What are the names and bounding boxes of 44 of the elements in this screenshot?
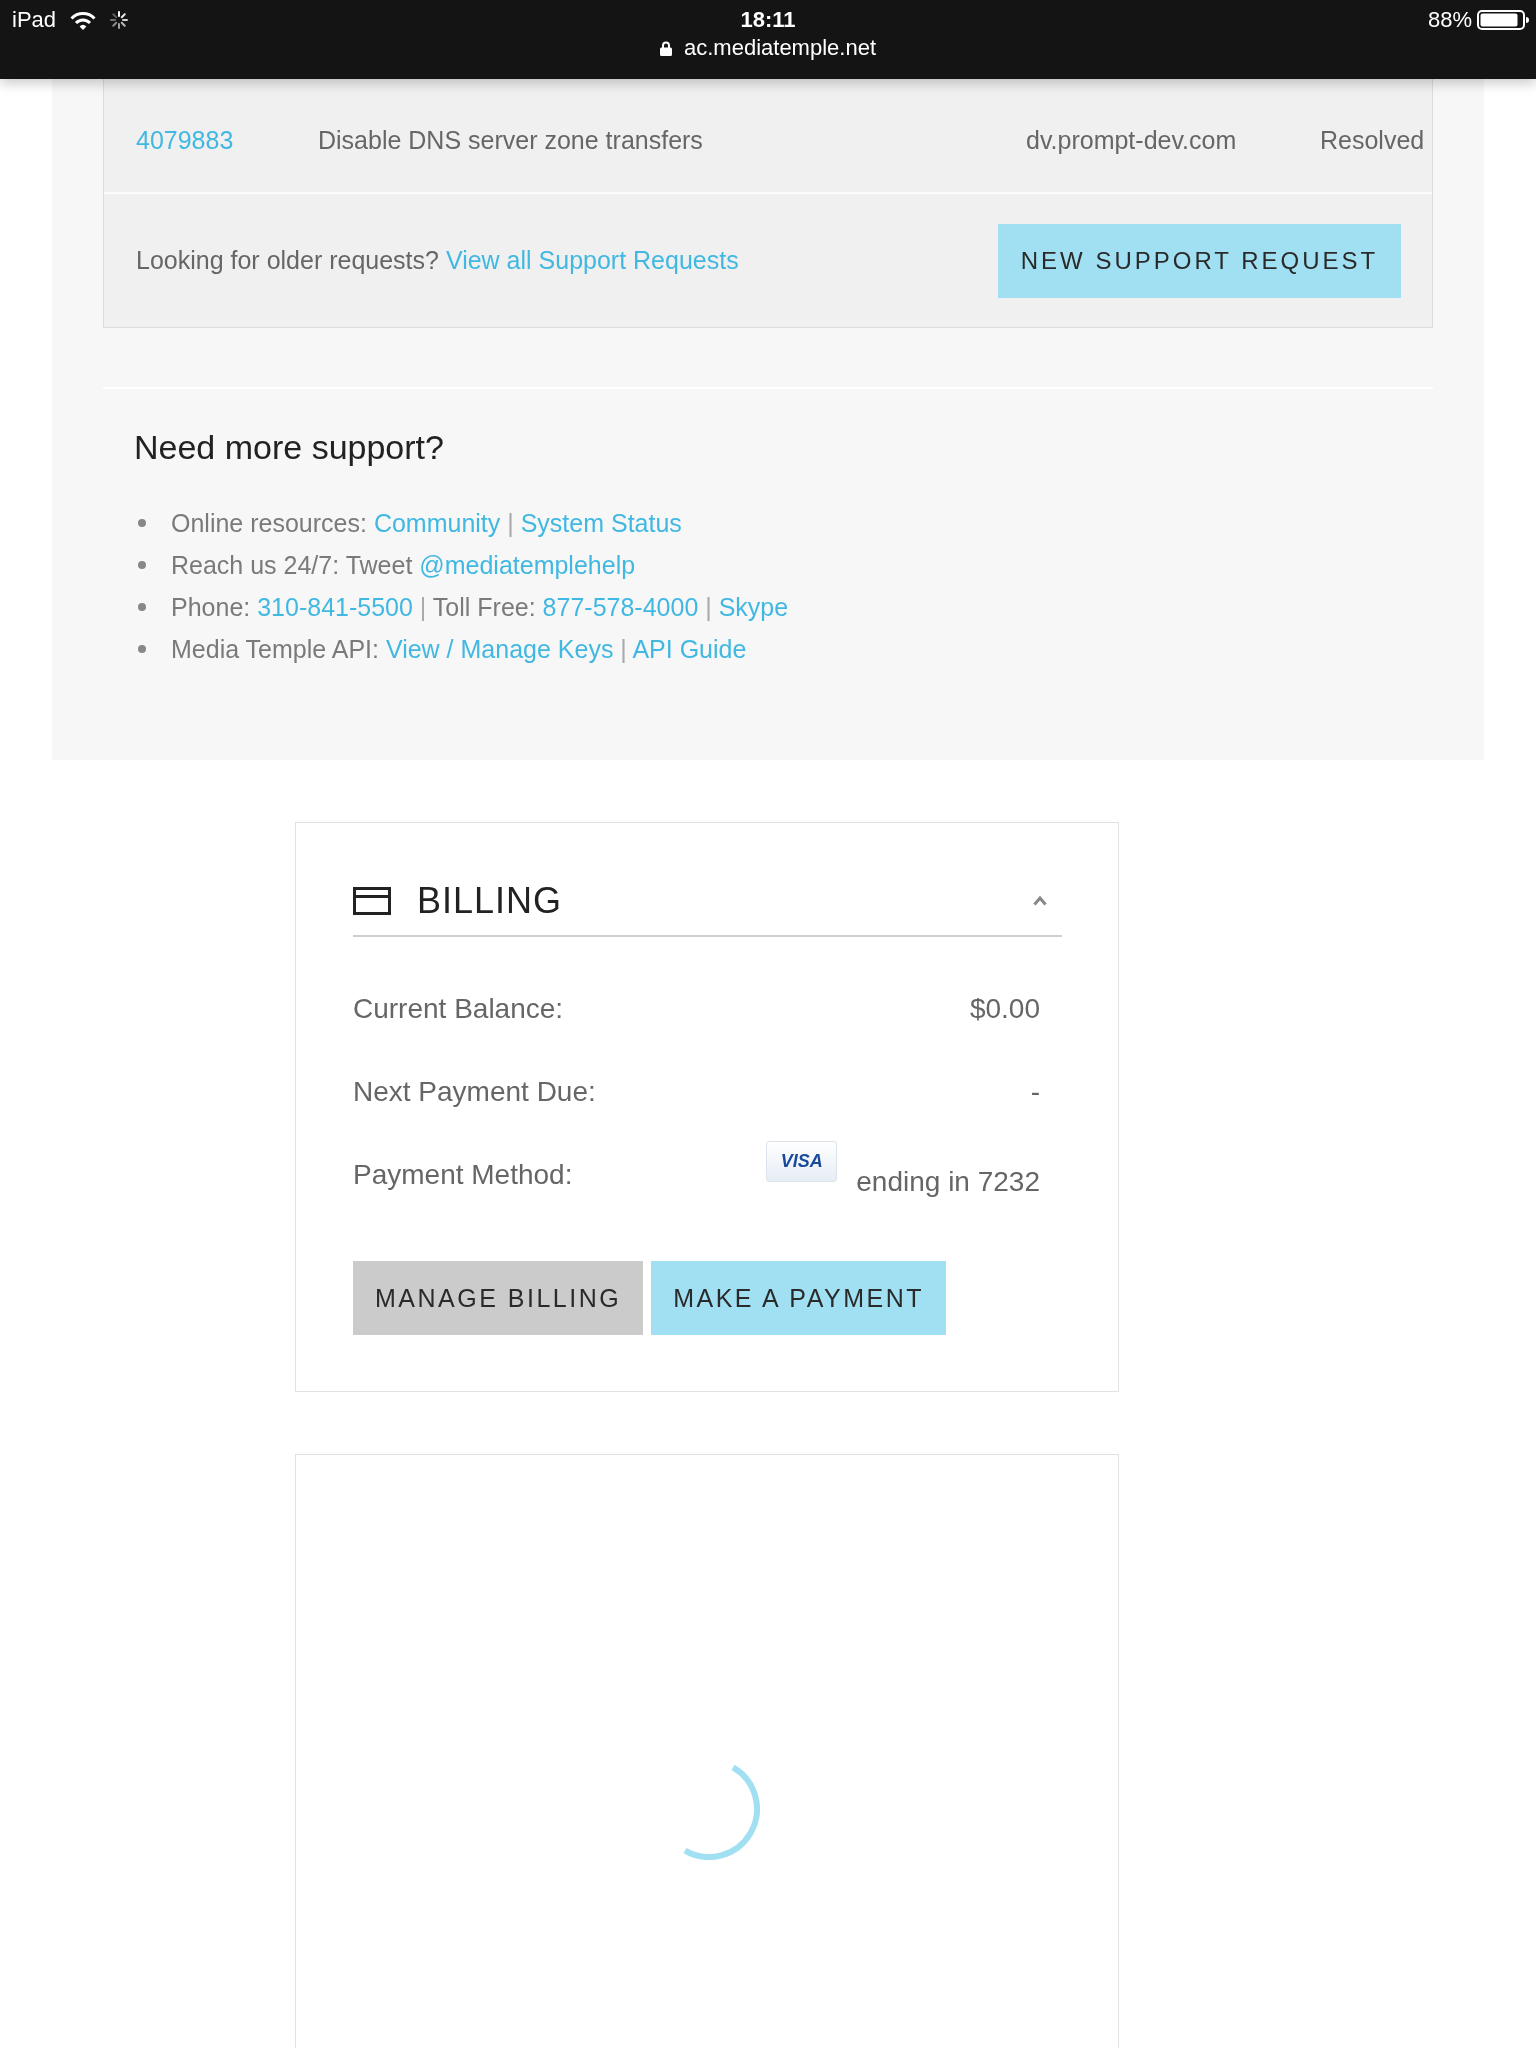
card-brand-logo: VISA <box>766 1141 838 1182</box>
billing-value: - <box>1030 1075 1040 1109</box>
billing-value: $0.00 <box>969 992 1040 1026</box>
support-item-text: Phone: 310-841-5500 | Toll Free: 877-578-4000 | Skype <box>171 592 789 622</box>
support-link[interactable]: System Status <box>520 508 682 537</box>
support-link[interactable]: Skype <box>718 592 789 621</box>
billing-action-button[interactable]: MAKE A PAYMENT <box>651 1261 946 1335</box>
wifi-icon <box>70 10 97 30</box>
support-link[interactable]: Community <box>373 508 501 537</box>
bullet-icon <box>138 603 146 611</box>
credit-card-icon <box>353 887 391 915</box>
request-domain: dv.prompt-dev.com <box>1026 126 1238 155</box>
billing-action-button[interactable]: MANAGE BILLING <box>353 1261 644 1335</box>
support-item-text: Online resources: Community | System Status <box>171 508 682 538</box>
support-heading: Need more support? <box>134 427 445 467</box>
device-name: iPad <box>12 7 57 33</box>
support-link[interactable]: @mediatemplehelp <box>419 550 636 579</box>
battery-icon <box>1477 10 1530 30</box>
activity-spinner-icon <box>110 11 129 29</box>
billing-value: ending in 7232 <box>856 1165 1040 1199</box>
view-all-requests-link[interactable]: View all Support Requests <box>445 246 739 274</box>
support-item-text: Media Temple API: View / Manage Keys | API Guide <box>171 634 747 664</box>
support-item-text: Reach us 24/7: Tweet @mediatemplehelp <box>171 550 636 580</box>
support-link[interactable]: 877-578-4000 <box>542 592 699 621</box>
bullet-icon <box>138 561 146 569</box>
bullet-icon <box>138 645 146 653</box>
support-link[interactable]: View / Manage Keys <box>385 634 614 663</box>
request-id-link[interactable]: 4079883 <box>136 126 318 155</box>
battery-percent: 88% <box>1427 7 1472 33</box>
request-status: Resolved <box>1320 126 1426 155</box>
billing-label: Next Payment Due: <box>353 1075 596 1109</box>
billing-title: BILLING <box>417 880 564 922</box>
lock-icon <box>660 40 672 56</box>
clock-time: 18:11 <box>740 7 796 33</box>
bullet-icon <box>138 519 146 527</box>
older-requests-text: Looking for older requests? View all Support Requests <box>136 246 739 275</box>
chevron-up-icon[interactable] <box>1033 896 1047 906</box>
billing-label: Payment Method: <box>353 1158 573 1192</box>
support-link[interactable]: 310-841-5500 <box>257 592 413 621</box>
request-subject: Disable DNS server zone transfers <box>318 126 704 155</box>
url-text[interactable]: ac.mediatemple.net <box>684 35 876 61</box>
new-request-button[interactable]: NEW SUPPORT REQUEST <box>998 223 1401 298</box>
billing-label: Current Balance: <box>353 992 564 1026</box>
support-link[interactable]: API Guide <box>632 634 747 663</box>
